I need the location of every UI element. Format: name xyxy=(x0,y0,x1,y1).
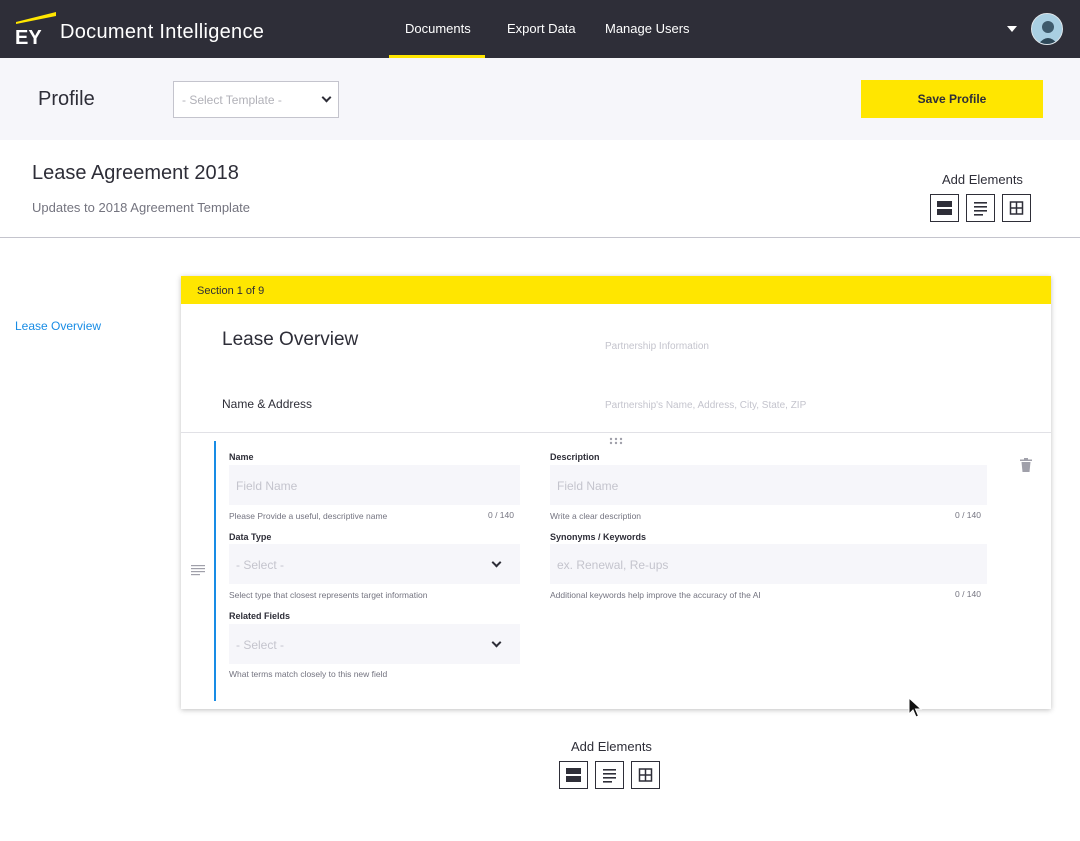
avatar[interactable] xyxy=(1031,13,1063,45)
data-type-help: Select type that closest represents targ… xyxy=(229,590,428,600)
active-field-indicator xyxy=(214,441,216,701)
grid-element-icon xyxy=(1009,201,1024,215)
grid-element-icon xyxy=(638,768,653,782)
related-fields-placeholder: - Select - xyxy=(236,638,285,652)
description-help: Write a clear description xyxy=(550,511,642,521)
section-element-icon xyxy=(566,768,581,782)
description-label: Description xyxy=(550,452,600,462)
ey-logo[interactable]: EY xyxy=(14,10,58,49)
template-select[interactable]: - Select Template - xyxy=(173,81,339,118)
section-description-placeholder[interactable]: Partnership Information xyxy=(605,341,709,352)
section-title[interactable]: Lease Overview xyxy=(222,329,358,351)
section-card: Section 1 of 9 Lease Overview Partnershi… xyxy=(181,276,1051,709)
document-subtitle: Updates to 2018 Agreement Template xyxy=(32,200,251,215)
bottom-add-grid-element-button[interactable] xyxy=(631,761,660,789)
document-title: Lease Agreement 2018 xyxy=(32,162,239,184)
header-divider xyxy=(0,237,1080,238)
drag-handle-icon[interactable] xyxy=(609,437,623,445)
add-section-element-button[interactable] xyxy=(930,194,959,222)
description-placeholder: Field Name xyxy=(557,479,619,493)
chevron-down-icon xyxy=(491,557,502,568)
reorder-lines-icon[interactable] xyxy=(191,564,205,576)
add-grid-element-button[interactable] xyxy=(1002,194,1031,222)
data-type-placeholder: - Select - xyxy=(236,558,285,572)
subsection-title[interactable]: Name & Address xyxy=(222,397,312,411)
text-element-icon xyxy=(974,202,987,216)
name-placeholder: Field Name xyxy=(236,479,298,493)
section-counter: Section 1 of 9 xyxy=(197,285,265,297)
save-profile-button[interactable]: Save Profile xyxy=(861,80,1043,118)
description-char-count: 0 / 140 xyxy=(955,510,981,520)
data-type-label: Data Type xyxy=(229,532,272,542)
name-char-count: 0 / 140 xyxy=(488,510,514,520)
add-text-element-button[interactable] xyxy=(966,194,995,222)
section-header-bar: Section 1 of 9 xyxy=(181,276,1051,304)
name-label: Name xyxy=(229,452,254,462)
nav-manage-users[interactable]: Manage Users xyxy=(605,21,690,36)
synonyms-label: Synonyms / Keywords xyxy=(550,532,647,542)
description-field[interactable]: Field Name xyxy=(550,465,987,505)
related-fields-select[interactable]: - Select - xyxy=(229,624,520,664)
chevron-down-icon xyxy=(491,637,502,648)
nav-export-data[interactable]: Export Data xyxy=(507,21,576,36)
bottom-add-section-element-button[interactable] xyxy=(559,761,588,789)
synonyms-field[interactable]: ex. Renewal, Re-ups xyxy=(550,544,987,584)
synonyms-placeholder: ex. Renewal, Re-ups xyxy=(557,558,669,572)
name-field[interactable]: Field Name xyxy=(229,465,520,505)
top-navigation-bar: EY Document Intelligence Documents Expor… xyxy=(0,0,1080,58)
caret-down-icon[interactable] xyxy=(1007,26,1017,32)
brand-text: EY xyxy=(15,27,42,46)
profile-title: Profile xyxy=(38,88,95,110)
synonyms-help: Additional keywords help improve the acc… xyxy=(550,590,761,600)
subsection-description-placeholder[interactable]: Partnership's Name, Address, City, State… xyxy=(605,400,806,411)
bottom-add-elements-label: Add Elements xyxy=(571,739,652,754)
nav-documents[interactable]: Documents xyxy=(405,21,471,36)
app-title: Document Intelligence xyxy=(60,21,265,43)
cursor-icon xyxy=(908,697,923,718)
card-divider xyxy=(181,432,1051,433)
related-fields-help: What terms match closely to this new fie… xyxy=(229,669,388,679)
text-element-icon xyxy=(603,769,616,783)
add-elements-label: Add Elements xyxy=(942,172,1023,187)
chevron-down-icon xyxy=(321,92,332,103)
name-help: Please Provide a useful, descriptive nam… xyxy=(229,511,388,521)
trash-icon[interactable] xyxy=(1020,458,1032,472)
bottom-add-text-element-button[interactable] xyxy=(595,761,624,789)
template-select-placeholder: - Select Template - xyxy=(182,93,282,107)
sidebar-item-lease-overview[interactable]: Lease Overview xyxy=(15,319,101,333)
data-type-select[interactable]: - Select - xyxy=(229,544,520,584)
synonyms-char-count: 0 / 140 xyxy=(955,589,981,599)
section-element-icon xyxy=(937,201,952,215)
related-fields-label: Related Fields xyxy=(229,611,291,621)
